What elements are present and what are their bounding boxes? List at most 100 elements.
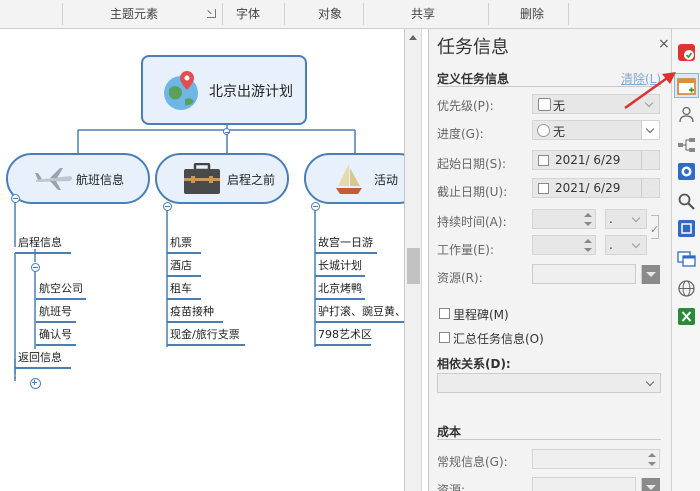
duration-spinner[interactable] [581, 210, 595, 230]
subtopic-cash[interactable]: 现金/旅行支票 [167, 326, 245, 346]
work-unit-select[interactable]: . [605, 235, 647, 255]
duration-unit-value: . [609, 212, 613, 226]
work-input[interactable] [532, 235, 596, 255]
dependency-label: 相依关系(D): [437, 357, 511, 371]
fit-view-icon[interactable] [677, 219, 696, 238]
subtopic-798-art[interactable]: 798艺术区 [315, 326, 372, 346]
start-date-picker[interactable]: 2021/ 6/29 [532, 150, 660, 170]
subtopic-return[interactable]: 返回信息 [15, 349, 71, 369]
ribbon-separator [222, 3, 223, 25]
section-divider [437, 439, 661, 440]
ribbon-group-object[interactable]: 对象 [310, 4, 350, 24]
resource-dropdown-icon[interactable] [641, 265, 660, 284]
progress-circle-icon [537, 124, 550, 137]
dependency-select[interactable] [437, 373, 661, 393]
section-cost: 成本 [437, 425, 462, 439]
shield-check-icon[interactable] [677, 43, 696, 62]
windows-icon[interactable] [677, 249, 696, 268]
work-unit-value: . [609, 238, 613, 252]
calendar-dropdown-icon[interactable] [641, 151, 659, 169]
globe-icon[interactable] [677, 279, 696, 298]
summary-label: 汇总任务信息(O) [453, 332, 544, 346]
calendar-dropdown-icon[interactable] [641, 179, 659, 197]
subtopic-vaccination[interactable]: 疫苗接种 [167, 303, 223, 323]
chevron-down-icon[interactable] [641, 121, 659, 139]
ribbon-separator [488, 3, 489, 25]
checkmark-icon[interactable]: ✓ [650, 223, 659, 236]
progress-select[interactable]: 无 [532, 120, 660, 140]
subtopic-airline[interactable]: 航空公司 [36, 280, 86, 300]
regular-info-input[interactable] [532, 449, 660, 469]
topic-before-departure[interactable]: 启程之前 [155, 153, 289, 204]
work-spinner[interactable] [581, 236, 595, 256]
subtopic-departure[interactable]: 启程信息 [15, 234, 71, 254]
subtopic-forbidden-city[interactable]: 故宫一日游 [315, 234, 377, 254]
gallery-icon[interactable] [677, 162, 696, 181]
end-date-label: 截止日期(U): [437, 185, 508, 199]
mindmap-canvas[interactable]: 北京出游计划 航班信息 启程信息 航空公司 航班号 确认号 返回信息 启程之前 … [0, 29, 404, 491]
globe-pin-icon [164, 71, 198, 110]
resource2-input[interactable] [532, 477, 636, 491]
chevron-down-icon[interactable] [628, 236, 646, 254]
ribbon-group-delete[interactable]: 删除 [512, 4, 552, 24]
close-icon[interactable]: × [658, 36, 670, 52]
scroll-up-icon[interactable] [409, 35, 417, 40]
subtopic-great-wall[interactable]: 长城计划 [315, 257, 365, 277]
vertical-scrollbar[interactable] [405, 29, 422, 491]
resource2-label: 资源: [437, 483, 466, 491]
chevron-down-icon[interactable] [642, 374, 660, 392]
ribbon-separator [284, 3, 285, 25]
subtopic-hotel[interactable]: 酒店 [167, 257, 201, 277]
start-date-checkbox[interactable] [538, 155, 549, 166]
ribbon: 主题元素 字体 对象 共享 删除 [0, 0, 700, 29]
expand-toggle[interactable] [30, 378, 41, 389]
summary-checkbox[interactable] [439, 332, 450, 343]
regular-info-spinner[interactable] [645, 450, 659, 470]
resource2-dropdown-icon[interactable] [641, 478, 660, 491]
excel-icon[interactable] [677, 307, 696, 326]
regular-info-label: 常规信息(G): [437, 455, 508, 469]
subtopic-car-rental[interactable]: 租车 [167, 280, 201, 300]
end-date-picker[interactable]: 2021/ 6/29 [532, 178, 660, 198]
milestone-checkbox[interactable] [439, 308, 450, 319]
root-topic-label: 北京出游计划 [209, 84, 293, 100]
start-date-value: 2021/ 6/29 [555, 153, 621, 167]
scrollbar-thumb[interactable] [407, 248, 420, 284]
subtopic-peking-duck[interactable]: 北京烤鸭 [315, 280, 365, 300]
duration-unit-select[interactable]: . [605, 209, 647, 229]
collapse-toggle[interactable] [223, 128, 230, 135]
topic-flight-info[interactable]: 航班信息 [6, 153, 150, 204]
airplane-icon [35, 168, 72, 190]
search-icon[interactable] [677, 192, 696, 211]
annotation-arrow [624, 72, 676, 110]
collapse-toggle[interactable] [11, 194, 20, 203]
dialog-launcher-icon[interactable] [207, 9, 216, 18]
collapse-toggle[interactable] [311, 202, 320, 211]
share-nodes-icon[interactable] [677, 135, 696, 154]
work-label: 工作量(E): [437, 243, 494, 257]
collapse-toggle[interactable] [31, 263, 40, 272]
sailboat-icon [336, 164, 362, 194]
collapse-toggle[interactable] [163, 202, 172, 211]
subtopic-ticket[interactable]: 机票 [167, 234, 201, 254]
progress-label: 进度(G): [437, 127, 484, 141]
duration-input[interactable] [532, 209, 596, 229]
priority-label: 优先级(P): [437, 99, 494, 113]
ribbon-separator [62, 3, 63, 25]
subtopic-confirmation-number[interactable]: 确认号 [36, 326, 76, 346]
resource-input[interactable] [532, 264, 636, 284]
end-date-checkbox[interactable] [538, 183, 549, 194]
chevron-down-icon[interactable] [628, 210, 646, 228]
root-topic[interactable]: 北京出游计划 [141, 55, 307, 125]
topic-activities-label: 活动 [374, 173, 399, 187]
progress-value: 无 [553, 125, 566, 139]
subtopic-snacks[interactable]: 驴打滚、豌豆黄、 [315, 303, 404, 323]
ribbon-group-topic-elements[interactable]: 主题元素 [94, 4, 174, 24]
resource-label: 资源(R): [437, 271, 483, 285]
ribbon-group-share[interactable]: 共享 [403, 4, 443, 24]
topic-flight-info-label: 航班信息 [76, 173, 125, 187]
topic-activities[interactable]: 活动 [304, 153, 404, 204]
milestone-label: 里程碑(M) [453, 308, 509, 322]
subtopic-flight-number[interactable]: 航班号 [36, 303, 76, 323]
ribbon-group-font[interactable]: 字体 [228, 4, 268, 24]
